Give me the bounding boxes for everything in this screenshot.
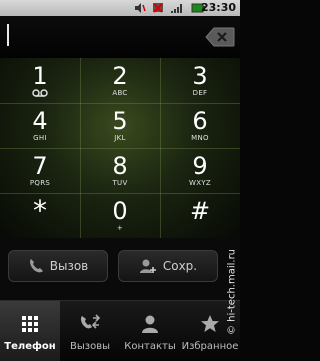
call-label: Вызов: [49, 259, 89, 273]
call-button[interactable]: Вызов: [8, 250, 108, 282]
key-digit: 1: [32, 62, 48, 90]
watermark-text: © hi-tech.mail.ru: [226, 248, 238, 336]
key-star[interactable]: *: [0, 193, 80, 238]
add-contact-icon: [139, 259, 156, 273]
key-0[interactable]: 0 +: [80, 193, 160, 238]
signal-icon: [171, 4, 182, 13]
key-6[interactable]: 6 MNO: [160, 103, 240, 148]
key-9[interactable]: 9 WXYZ: [160, 148, 240, 193]
tab-label: Вызовы: [70, 341, 110, 352]
watermark: © hi-tech.mail.ru: [226, 232, 238, 352]
save-contact-button[interactable]: Сохр.: [118, 250, 218, 282]
key-letters: JKL: [114, 134, 126, 142]
key-2[interactable]: 2 ABC: [80, 58, 160, 103]
voicemail-icon: [32, 89, 48, 97]
tab-bar: Телефон Вызовы Контакты Избранное: [0, 300, 240, 361]
mute-icon: [135, 3, 146, 13]
save-label: Сохр.: [162, 259, 198, 273]
key-8[interactable]: 8 TUV: [80, 148, 160, 193]
key-digit: *: [33, 194, 47, 227]
key-digit: 6: [192, 107, 208, 135]
tab-label: Контакты: [124, 341, 176, 352]
key-digit: 2: [112, 62, 128, 90]
text-cursor: [7, 24, 9, 46]
contacts-icon: [142, 315, 158, 333]
key-digit: 7: [32, 152, 48, 180]
star-icon: [201, 315, 219, 332]
key-digit: 9: [192, 152, 208, 180]
number-field[interactable]: [0, 16, 240, 61]
key-letters: ABC: [112, 89, 128, 97]
key-digit: 5: [112, 107, 128, 135]
key-1[interactable]: 1: [0, 58, 80, 103]
tab-label: Телефон: [4, 341, 56, 352]
tab-phone[interactable]: Телефон: [0, 301, 60, 361]
key-digit: 0: [112, 197, 128, 225]
key-3[interactable]: 3 DEF: [160, 58, 240, 103]
tab-calls[interactable]: Вызовы: [60, 301, 120, 361]
no-signal-icon: [153, 3, 163, 13]
key-letters: TUV: [112, 179, 128, 187]
tab-contacts[interactable]: Контакты: [120, 301, 180, 361]
key-digit: 8: [112, 152, 128, 180]
key-digit: 4: [32, 107, 48, 135]
key-letters: GHI: [33, 134, 47, 142]
status-bar: 23:30: [0, 0, 240, 17]
key-letters: WXYZ: [189, 179, 211, 187]
key-digit: 3: [192, 62, 208, 90]
phone-icon: [29, 259, 43, 273]
backspace-icon[interactable]: [205, 27, 235, 47]
key-letters: MNO: [191, 134, 209, 142]
key-letters: +: [116, 224, 124, 232]
key-5[interactable]: 5 JKL: [80, 103, 160, 148]
call-log-icon: [80, 314, 101, 329]
key-7[interactable]: 7 PQRS: [0, 148, 80, 193]
dialpad-icon: [22, 316, 38, 332]
status-time: 23:30: [200, 1, 236, 14]
key-digit: #: [189, 197, 211, 225]
key-4[interactable]: 4 GHI: [0, 103, 80, 148]
key-letters: DEF: [192, 89, 208, 97]
key-letters: PQRS: [29, 179, 51, 187]
